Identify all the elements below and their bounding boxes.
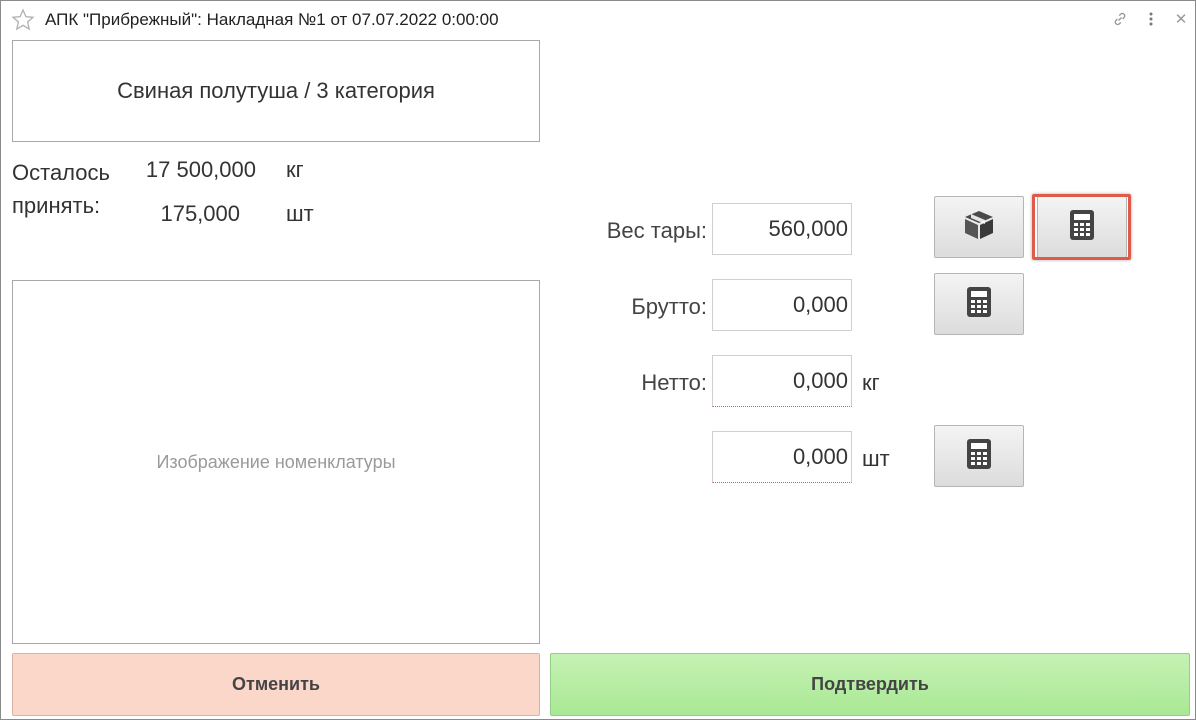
window-title: АПК "Прибрежный": Накладная №1 от 07.07.… (45, 10, 499, 29)
calculator-icon (966, 286, 992, 323)
pieces-unit: шт (862, 446, 890, 471)
tare-weight-label: Вес тары: (606, 218, 707, 243)
gross-weight-label: Брутто: (631, 294, 707, 319)
calculator-icon (1069, 209, 1095, 246)
confirm-button[interactable]: Подтвердить (550, 653, 1190, 716)
close-icon[interactable]: ✕ (1172, 10, 1190, 28)
pieces-field[interactable]: 0,000 (712, 431, 852, 483)
remaining-weight-value: 17 500,000 (145, 157, 256, 182)
gross-weight-field[interactable]: 0,000 (712, 279, 852, 331)
remaining-weight-unit: кг (286, 157, 304, 182)
pieces-calculator-button[interactable] (934, 425, 1024, 487)
tare-calculator-button[interactable] (1037, 196, 1127, 258)
calculator-icon (966, 438, 992, 475)
net-weight-field[interactable]: 0,000 (712, 355, 852, 407)
product-name: Свиная полутуша / 3 категория (12, 40, 540, 142)
package-icon (962, 209, 996, 246)
product-image-placeholder: Изображение номенклатуры (12, 280, 540, 644)
package-button[interactable] (934, 196, 1024, 258)
cancel-button[interactable]: Отменить (12, 653, 540, 716)
tare-weight-field[interactable]: 560,000 (712, 203, 852, 255)
weighing-dialog: АПК "Прибрежный": Накладная №1 от 07.07.… (0, 0, 1196, 720)
net-weight-label: Нетто: (641, 370, 707, 395)
remaining-count-unit: шт (286, 201, 314, 226)
title-bar: АПК "Прибрежный": Накладная №1 от 07.07.… (1, 1, 1195, 37)
remaining-label: Осталось принять: (12, 160, 110, 218)
more-vertical-icon[interactable] (1142, 10, 1160, 28)
link-icon[interactable] (1111, 10, 1129, 28)
gross-calculator-button[interactable] (934, 273, 1024, 335)
remaining-count-value: 175,000 (160, 201, 240, 226)
star-icon[interactable] (11, 8, 35, 32)
net-weight-unit: кг (862, 370, 880, 395)
